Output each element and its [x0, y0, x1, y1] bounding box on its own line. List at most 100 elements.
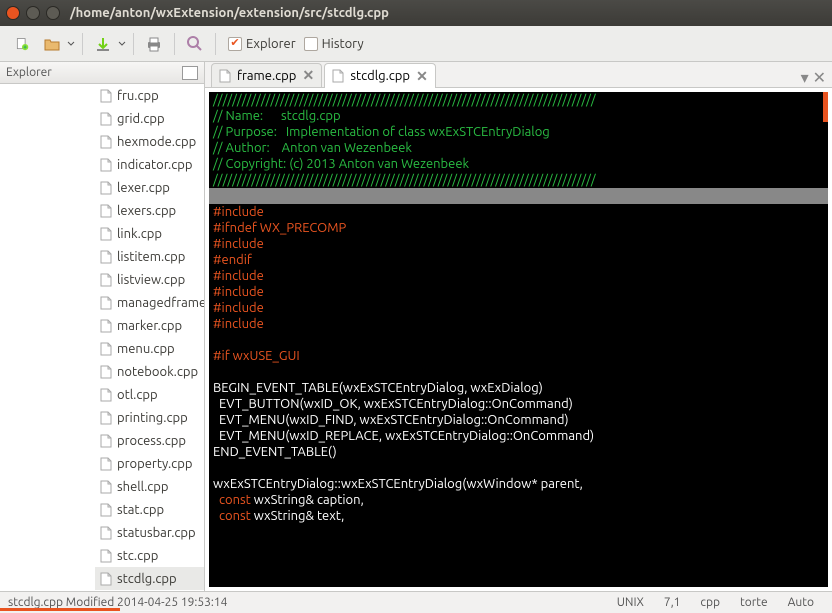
- file-item[interactable]: stat.cpp: [95, 498, 204, 521]
- file-item[interactable]: fru.cpp: [95, 84, 204, 107]
- file-name: marker.cpp: [117, 319, 182, 333]
- file-name: otl.cpp: [117, 388, 158, 402]
- file-item[interactable]: hexmode.cpp: [95, 130, 204, 153]
- file-item[interactable]: lexers.cpp: [95, 199, 204, 222]
- file-item[interactable]: marker.cpp: [95, 314, 204, 337]
- file-name: fru.cpp: [117, 89, 159, 103]
- code-line: BEGIN_EVENT_TABLE(wxExSTCEntryDialog, wx…: [209, 380, 828, 396]
- code-line: const wxString& caption,: [209, 492, 828, 508]
- window-controls: [6, 6, 60, 20]
- file-item[interactable]: managedframe.cpp: [95, 291, 204, 314]
- code-line: #endif: [209, 252, 828, 268]
- editor-tab[interactable]: frame.cpp ✕: [211, 63, 322, 87]
- close-tab-icon[interactable]: ✕: [301, 69, 315, 83]
- editor-tab[interactable]: stcdlg.cpp ✕: [324, 63, 436, 88]
- close-all-tabs-icon[interactable]: ✕: [813, 68, 826, 87]
- code-line: [209, 188, 828, 204]
- file-list[interactable]: fru.cpp grid.cpp hexmode.cpp indicator.cpp l…: [0, 84, 204, 591]
- explorer-header: Explorer: [0, 62, 204, 84]
- file-name: link.cpp: [117, 227, 162, 241]
- file-item[interactable]: listitem.cpp: [95, 245, 204, 268]
- code-line: #include: [209, 204, 828, 220]
- code-line: [209, 460, 828, 476]
- code-line: // Name: stcdlg.cpp: [209, 108, 828, 124]
- close-window-button[interactable]: [6, 6, 20, 20]
- new-file-button[interactable]: [8, 30, 36, 58]
- file-item[interactable]: menu.cpp: [95, 337, 204, 360]
- code-line: // Purpose: Implementation of class wxEx…: [209, 124, 828, 140]
- file-item[interactable]: lexer.cpp: [95, 176, 204, 199]
- history-toggle[interactable]: History: [304, 37, 364, 51]
- status-mode: Auto: [778, 596, 824, 609]
- explorer-checkbox[interactable]: [228, 37, 242, 51]
- tab-actions: ▾ ✕: [801, 68, 832, 87]
- explorer-restore-icon[interactable]: [182, 66, 198, 80]
- file-name: shell.cpp: [117, 480, 169, 494]
- code-line: EVT_MENU(wxID_FIND, wxExSTCEntryDialog::…: [209, 412, 828, 428]
- file-item[interactable]: stcdlg.cpp: [95, 567, 204, 590]
- history-label: History: [322, 37, 364, 51]
- tab-menu-dropdown-icon[interactable]: ▾: [801, 68, 809, 87]
- file-name: listview.cpp: [117, 273, 185, 287]
- code-line: #include: [209, 236, 828, 252]
- file-name: stat.cpp: [117, 503, 164, 517]
- code-line: // Author: Anton van Wezenbeek: [209, 140, 828, 156]
- code-line: const wxString& text,: [209, 508, 828, 524]
- code-line: ////////////////////////////////////////…: [209, 92, 828, 108]
- explorer-title: Explorer: [6, 66, 52, 79]
- code-line: #ifndef WX_PRECOMP: [209, 220, 828, 236]
- scroll-marker: [823, 92, 828, 122]
- file-name: menu.cpp: [117, 342, 175, 356]
- save-dropdown[interactable]: [117, 40, 127, 48]
- print-button[interactable]: [140, 30, 168, 58]
- code-line: #include: [209, 316, 828, 332]
- file-name: stcdlg.cpp: [117, 572, 177, 586]
- file-name: property.cpp: [117, 457, 192, 471]
- code-editor[interactable]: ////////////////////////////////////////…: [209, 92, 828, 587]
- code-line: EVT_MENU(wxID_REPLACE, wxExSTCEntryDialo…: [209, 428, 828, 444]
- close-tab-icon[interactable]: ✕: [415, 69, 429, 83]
- file-name: hexmode.cpp: [117, 135, 196, 149]
- file-item[interactable]: stc.cpp: [95, 544, 204, 567]
- code-line: [209, 364, 828, 380]
- code-line: EVT_BUTTON(wxID_OK, wxExSTCEntryDialog::…: [209, 396, 828, 412]
- tab-label: frame.cpp: [237, 69, 296, 83]
- tab-label: stcdlg.cpp: [350, 69, 410, 83]
- minimize-window-button[interactable]: [26, 6, 40, 20]
- file-name: process.cpp: [117, 434, 186, 448]
- file-item[interactable]: grid.cpp: [95, 107, 204, 130]
- file-name: statusbar.cpp: [117, 526, 196, 540]
- history-checkbox[interactable]: [304, 37, 318, 51]
- file-item[interactable]: indicator.cpp: [95, 153, 204, 176]
- file-item[interactable]: notebook.cpp: [95, 360, 204, 383]
- explorer-toggle[interactable]: Explorer: [228, 37, 296, 51]
- file-name: printing.cpp: [117, 411, 188, 425]
- file-item[interactable]: listview.cpp: [95, 268, 204, 291]
- save-button[interactable]: [89, 30, 117, 58]
- file-item[interactable]: shell.cpp: [95, 475, 204, 498]
- file-name: lexers.cpp: [117, 204, 176, 218]
- open-file-button[interactable]: [38, 30, 66, 58]
- file-name: managedframe.cpp: [117, 296, 204, 310]
- file-item[interactable]: property.cpp: [95, 452, 204, 475]
- file-item[interactable]: process.cpp: [95, 429, 204, 452]
- code-line: #include: [209, 300, 828, 316]
- status-encoding: UNIX: [607, 596, 654, 609]
- code-line: #include: [209, 268, 828, 284]
- statusbar: stcdlg.cpp Modified 2014-04-25 19:53:14 …: [0, 591, 832, 613]
- file-item[interactable]: link.cpp: [95, 222, 204, 245]
- file-name: listitem.cpp: [117, 250, 185, 264]
- status-progress: [0, 608, 120, 611]
- file-item[interactable]: statusbar.cpp: [95, 521, 204, 544]
- open-dropdown[interactable]: [66, 40, 76, 48]
- file-item[interactable]: printing.cpp: [95, 406, 204, 429]
- maximize-window-button[interactable]: [46, 6, 60, 20]
- file-name: lexer.cpp: [117, 181, 170, 195]
- explorer-label: Explorer: [246, 37, 296, 51]
- find-button[interactable]: [181, 30, 209, 58]
- code-wrap: ////////////////////////////////////////…: [205, 88, 832, 591]
- code-line: wxExSTCEntryDialog::wxExSTCEntryDialog(w…: [209, 476, 828, 492]
- code-line: #if wxUSE_GUI: [209, 348, 828, 364]
- file-item[interactable]: otl.cpp: [95, 383, 204, 406]
- code-line: // Copyright: (c) 2013 Anton van Wezenbe…: [209, 156, 828, 172]
